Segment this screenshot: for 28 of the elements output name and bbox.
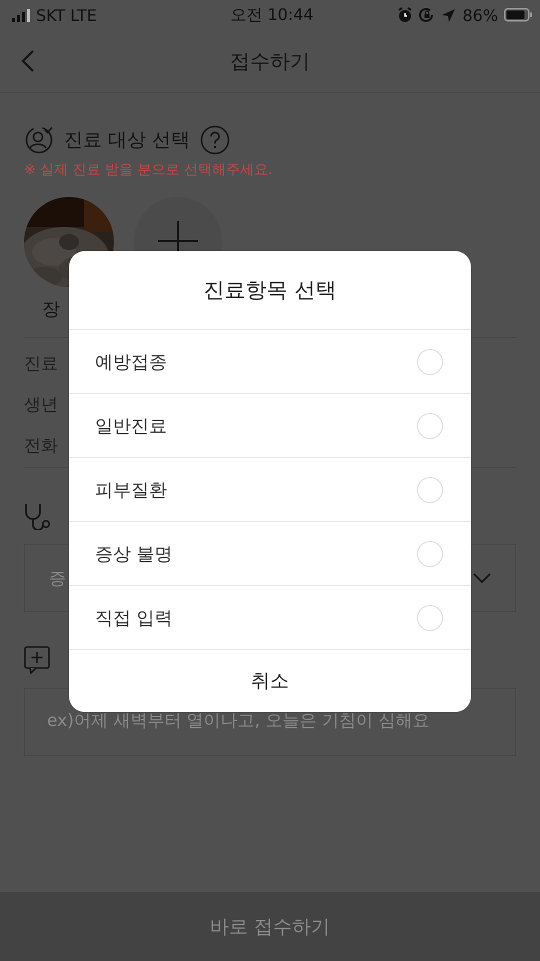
radio-button[interactable]: [417, 476, 443, 502]
chat-plus-icon: [24, 646, 50, 674]
notice-text: ※ 실제 진료 받을 분으로 선택해주세요.: [24, 161, 274, 179]
help-icon: [200, 125, 230, 155]
dialog-title: 진료항목 선택: [69, 251, 471, 330]
option-item[interactable]: 일반진료: [69, 394, 471, 458]
signal-icon: [12, 8, 30, 22]
radio-button[interactable]: [417, 604, 443, 630]
stethoscope-icon: [24, 502, 51, 530]
person-check-icon: [24, 125, 54, 155]
option-item[interactable]: 피부질환: [69, 458, 471, 522]
option-item[interactable]: 예방접종: [69, 330, 471, 394]
page-title: 접수하기: [230, 48, 310, 74]
carrier-label: SKT LTE: [36, 6, 97, 24]
option-item[interactable]: 증상 불명: [69, 522, 471, 586]
caret-icon: [473, 572, 491, 584]
radio-button[interactable]: [417, 540, 443, 566]
alarm-icon: [397, 7, 414, 23]
rotation-lock-icon: [419, 7, 436, 23]
radio-button[interactable]: [417, 348, 443, 374]
battery-percent: 86%: [462, 6, 498, 24]
profile-name: 장: [41, 298, 60, 321]
clock-time: 오전 10:44: [230, 4, 314, 26]
radio-button[interactable]: [417, 412, 443, 438]
location-icon: [441, 8, 456, 22]
section-title: 진료 대상 선택: [64, 128, 190, 153]
back-icon: [20, 49, 36, 73]
battery-icon: [504, 8, 532, 22]
